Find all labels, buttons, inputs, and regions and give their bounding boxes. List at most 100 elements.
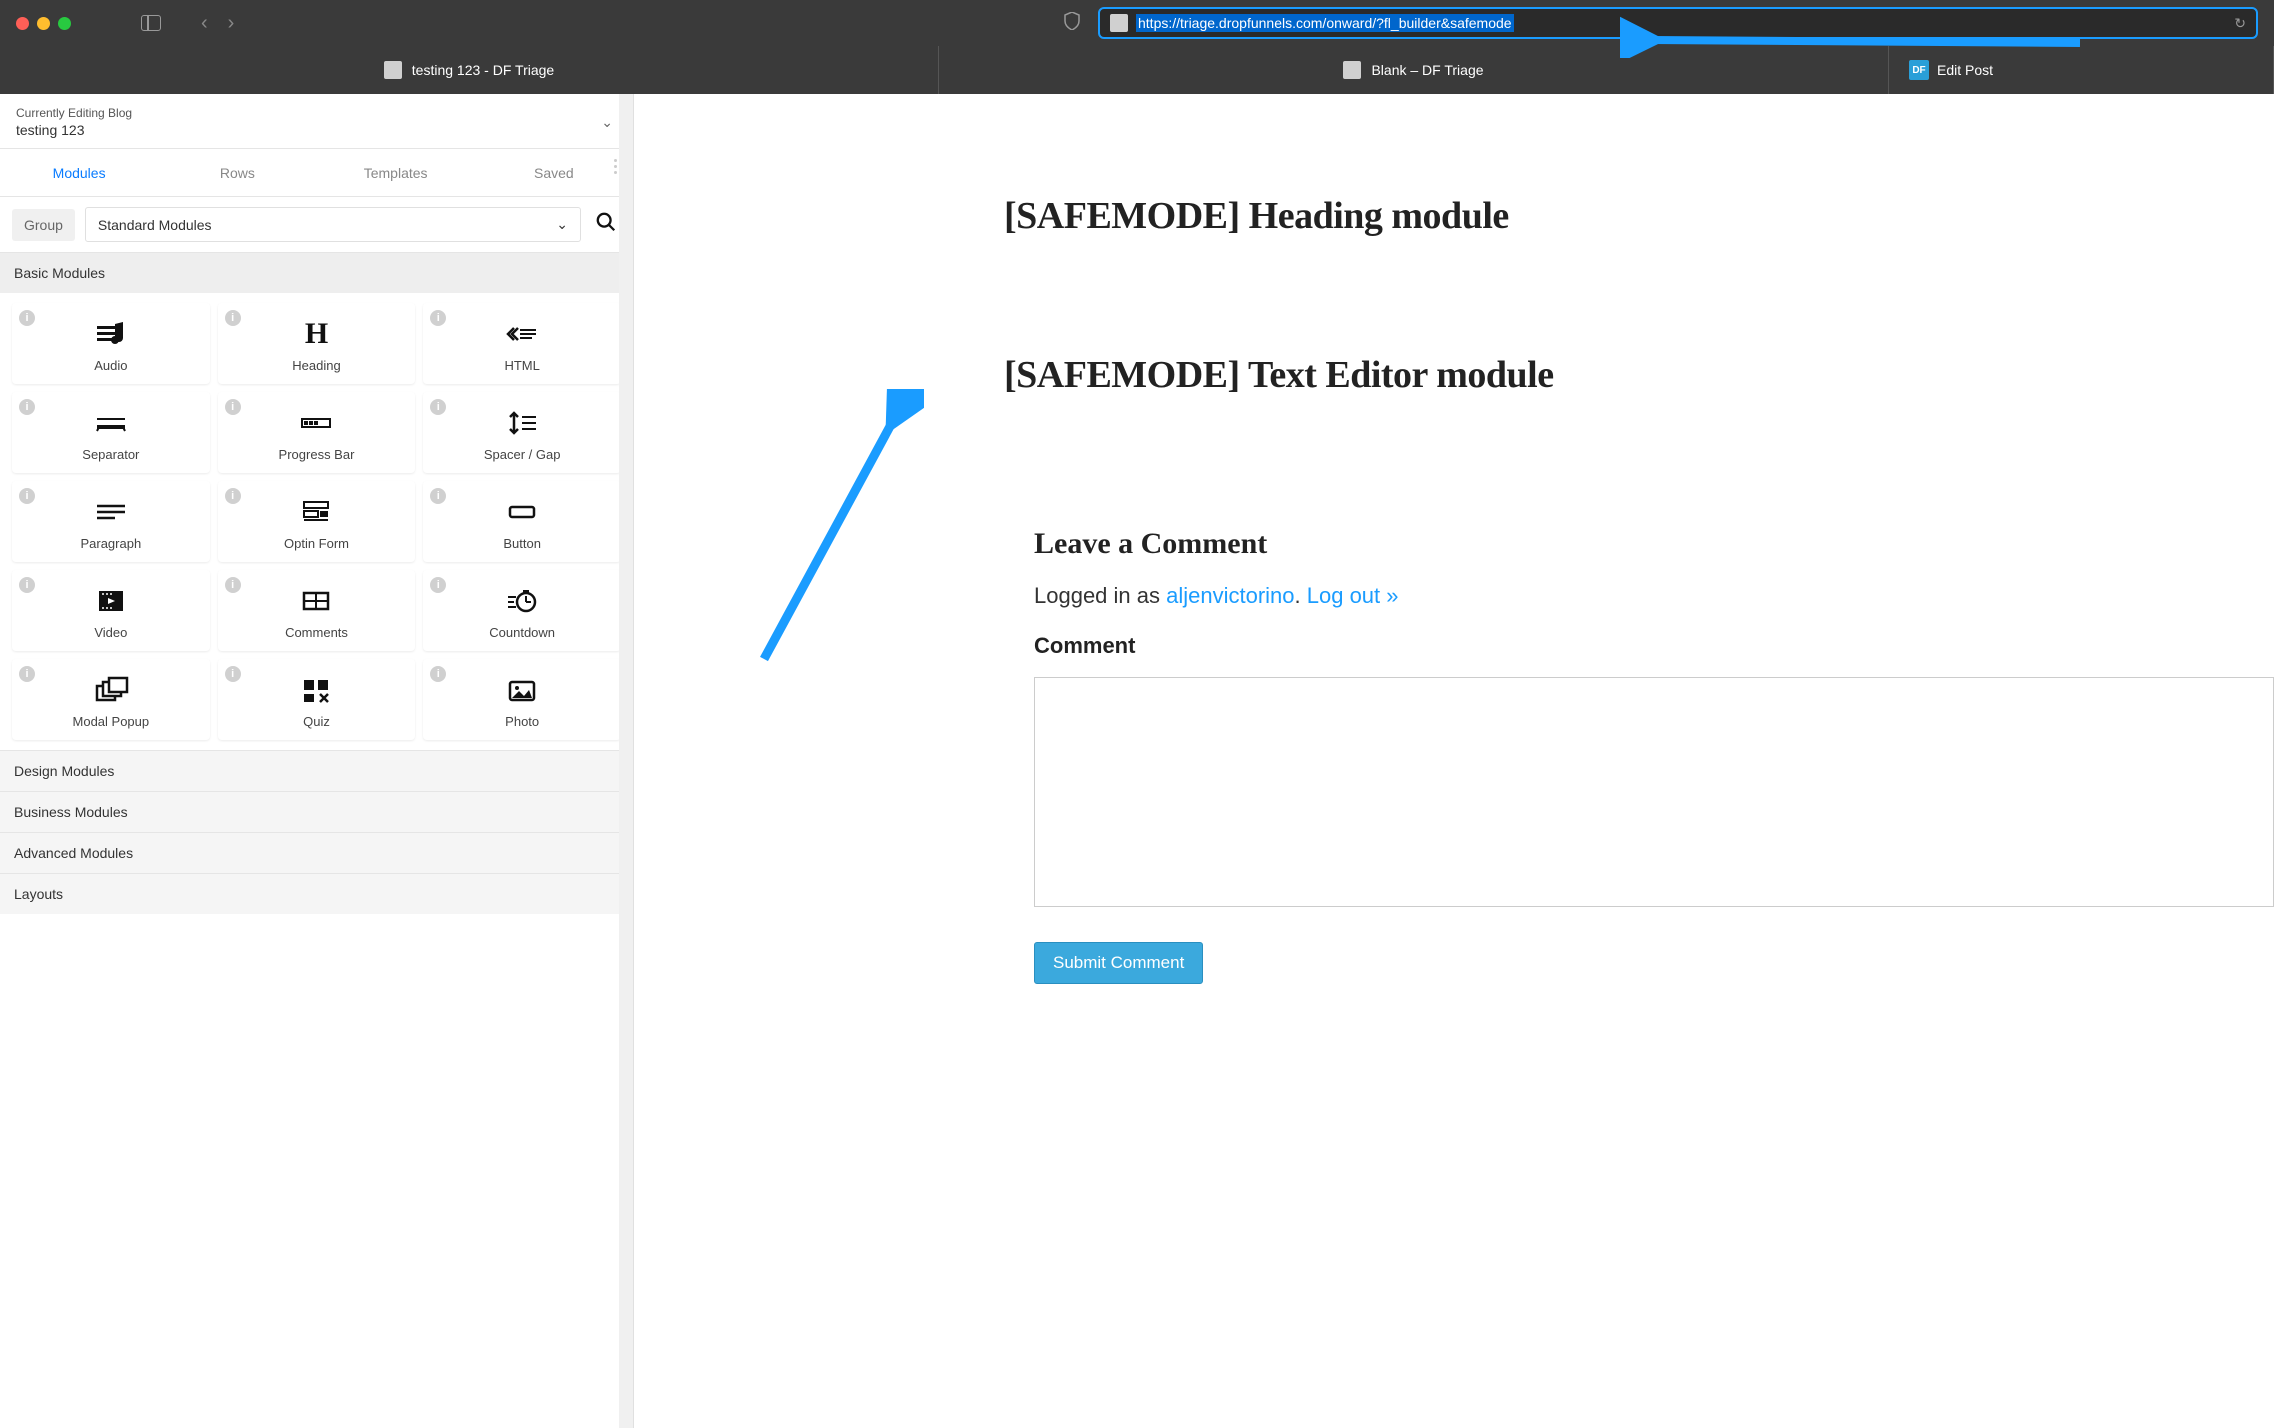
annotation-arrow-url	[1620, 8, 2080, 58]
forward-button[interactable]: ›	[228, 12, 235, 35]
info-icon[interactable]: i	[19, 577, 35, 593]
photo-icon	[502, 674, 542, 706]
info-icon[interactable]: i	[19, 488, 35, 504]
heading-icon: H	[296, 318, 336, 350]
module-label: HTML	[504, 358, 539, 373]
section-layouts[interactable]: Layouts	[0, 873, 633, 914]
info-icon[interactable]: i	[225, 488, 241, 504]
info-icon[interactable]: i	[225, 310, 241, 326]
progress-icon	[296, 407, 336, 439]
module-video[interactable]: i Video	[12, 570, 210, 651]
modal-icon	[91, 674, 131, 706]
module-photo[interactable]: i Photo	[423, 659, 621, 740]
module-modal-popup[interactable]: i Modal Popup	[12, 659, 210, 740]
browser-tab-1[interactable]: testing 123 - DF Triage	[0, 46, 939, 94]
sidebar-toggle-icon[interactable]	[141, 15, 161, 31]
module-label: Quiz	[303, 714, 330, 729]
spacer-icon	[502, 407, 542, 439]
separator-icon	[91, 407, 131, 439]
search-icon[interactable]	[591, 207, 621, 243]
module-html[interactable]: i HTML	[423, 303, 621, 384]
info-icon[interactable]: i	[430, 488, 446, 504]
module-label: Heading	[292, 358, 340, 373]
comment-textarea[interactable]	[1034, 677, 2274, 907]
tab-favicon	[384, 61, 402, 79]
text-editor-module-output[interactable]: [SAFEMODE] Text Editor module	[1004, 353, 2274, 397]
sidebar-header[interactable]: Currently Editing Blog testing 123 ⌄	[0, 94, 633, 149]
module-label: Separator	[82, 447, 139, 462]
back-button[interactable]: ‹	[201, 12, 208, 35]
module-label: Progress Bar	[279, 447, 355, 462]
info-icon[interactable]: i	[19, 666, 35, 682]
module-heading[interactable]: i H Heading	[218, 303, 416, 384]
username-link[interactable]: aljenvictorino	[1166, 583, 1294, 608]
audio-icon	[91, 318, 131, 350]
info-icon[interactable]: i	[225, 666, 241, 682]
shield-icon[interactable]	[1064, 12, 1080, 35]
module-comments[interactable]: i Comments	[218, 570, 416, 651]
module-label: Paragraph	[80, 536, 141, 551]
module-countdown[interactable]: i Countdown	[423, 570, 621, 651]
module-quiz[interactable]: i Quiz	[218, 659, 416, 740]
comment-field-label: Comment	[1034, 633, 2274, 659]
builder-sidebar: Currently Editing Blog testing 123 ⌄ Mod…	[0, 94, 634, 1428]
editing-label: Currently Editing Blog	[16, 106, 617, 120]
section-advanced-modules[interactable]: Advanced Modules	[0, 832, 633, 873]
module-audio[interactable]: i Audio	[12, 303, 210, 384]
quiz-icon	[296, 674, 336, 706]
info-icon[interactable]: i	[430, 310, 446, 326]
maximize-window-icon[interactable]	[58, 17, 71, 30]
comments-icon	[296, 585, 336, 617]
sidebar-scrollbar[interactable]	[619, 94, 633, 1428]
module-paragraph[interactable]: i Paragraph	[12, 481, 210, 562]
group-label: Group	[12, 209, 75, 241]
minimize-window-icon[interactable]	[37, 17, 50, 30]
module-spacer[interactable]: i Spacer / Gap	[423, 392, 621, 473]
tab-saved[interactable]: Saved	[475, 165, 633, 181]
close-window-icon[interactable]	[16, 17, 29, 30]
info-icon[interactable]: i	[430, 399, 446, 415]
module-optin-form[interactable]: i Optin Form	[218, 481, 416, 562]
module-label: Modal Popup	[73, 714, 150, 729]
module-progress-bar[interactable]: i Progress Bar	[218, 392, 416, 473]
tab-label: testing 123 - DF Triage	[412, 62, 554, 78]
nav-arrows: ‹ ›	[201, 12, 234, 35]
info-icon[interactable]: i	[430, 666, 446, 682]
section-business-modules[interactable]: Business Modules	[0, 791, 633, 832]
logout-link[interactable]: Log out »	[1307, 583, 1399, 608]
heading-module-output[interactable]: [SAFEMODE] Heading module	[1004, 194, 2274, 238]
comment-section: Leave a Comment Logged in as aljenvictor…	[1034, 527, 2274, 984]
section-basic-modules[interactable]: Basic Modules	[0, 253, 633, 293]
module-label: Video	[94, 625, 127, 640]
df-badge-icon: DF	[1909, 60, 1929, 80]
tab-rows[interactable]: Rows	[158, 165, 316, 181]
module-label: Spacer / Gap	[484, 447, 561, 462]
tab-label: Edit Post	[1937, 62, 1993, 78]
tab-favicon	[1343, 61, 1361, 79]
module-button[interactable]: i Button	[423, 481, 621, 562]
tab-templates[interactable]: Templates	[317, 165, 475, 181]
group-select[interactable]: Standard Modules ⌄	[85, 207, 581, 242]
info-icon[interactable]: i	[225, 577, 241, 593]
group-bar: Group Standard Modules ⌄	[0, 197, 633, 253]
module-label: Button	[503, 536, 541, 551]
module-label: Photo	[505, 714, 539, 729]
module-separator[interactable]: i Separator	[12, 392, 210, 473]
optin-icon	[296, 496, 336, 528]
comment-logged-in-text: Logged in as aljenvictorino. Log out »	[1034, 583, 2274, 609]
reload-icon[interactable]: ↻	[2234, 15, 2246, 32]
info-icon[interactable]: i	[19, 399, 35, 415]
info-icon[interactable]: i	[19, 310, 35, 326]
button-icon	[502, 496, 542, 528]
module-label: Countdown	[489, 625, 555, 640]
info-icon[interactable]: i	[430, 577, 446, 593]
submit-comment-button[interactable]: Submit Comment	[1034, 942, 1203, 984]
site-favicon	[1110, 14, 1128, 32]
info-icon[interactable]: i	[225, 399, 241, 415]
tab-modules[interactable]: Modules	[0, 165, 158, 181]
module-grid: i Audio i H Heading i HTML i Separator	[0, 293, 633, 750]
window-controls	[16, 17, 71, 30]
annotation-arrow-canvas	[744, 389, 924, 674]
chevron-down-icon[interactable]: ⌄	[601, 114, 613, 131]
section-design-modules[interactable]: Design Modules	[0, 750, 633, 791]
